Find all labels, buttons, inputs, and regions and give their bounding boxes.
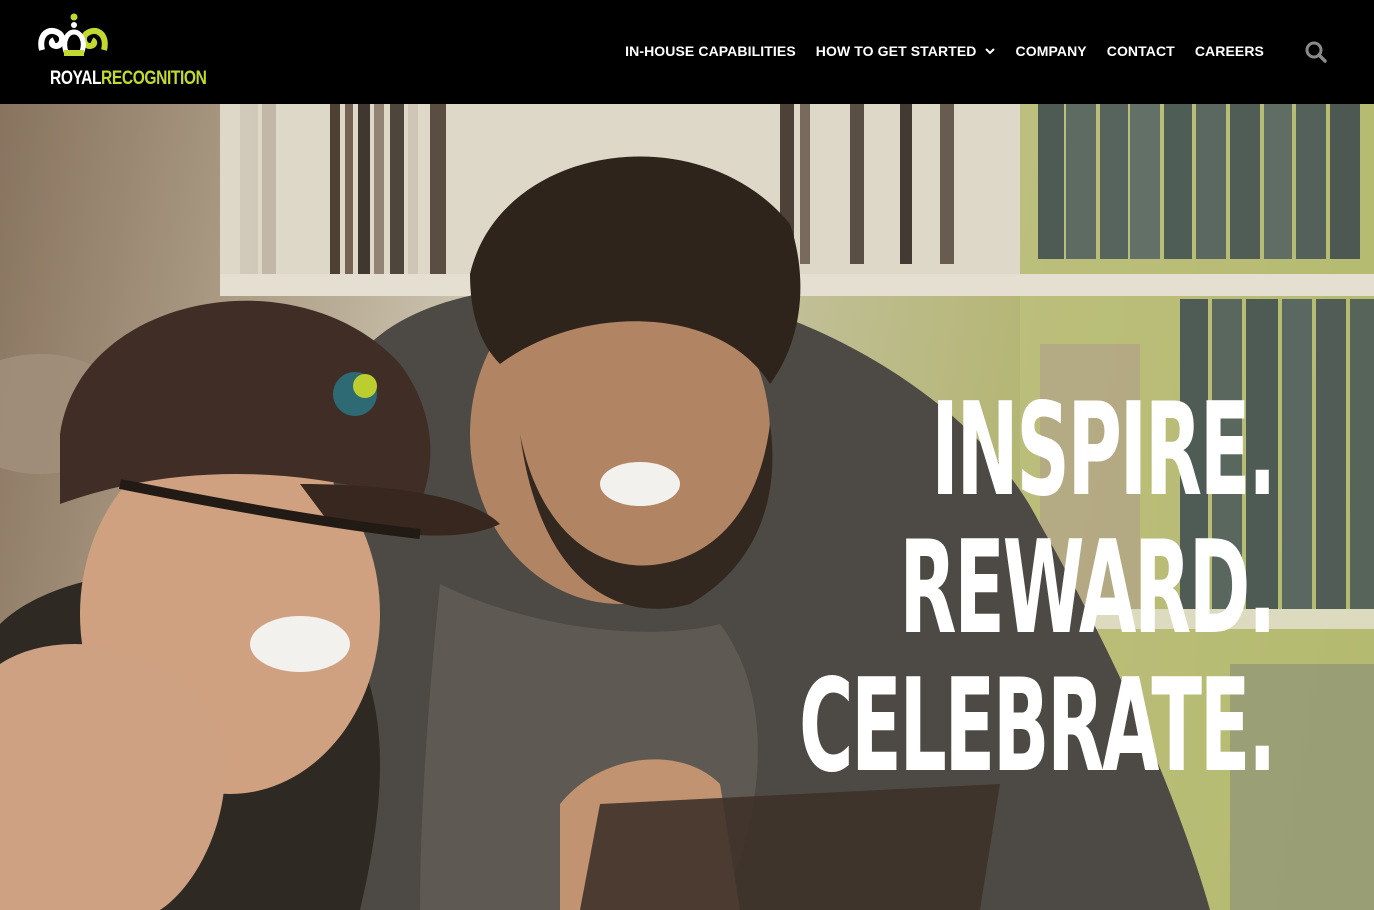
nav-item-label: IN-HOUSE CAPABILITIES bbox=[625, 43, 796, 59]
nav-item-in-house-capabilities[interactable]: IN-HOUSE CAPABILITIES bbox=[615, 43, 806, 59]
main-nav: IN-HOUSE CAPABILITIES HOW TO GET STARTED… bbox=[615, 38, 1274, 64]
nav-item-label: HOW TO GET STARTED bbox=[815, 43, 977, 59]
brand-name-part1: ROYAL bbox=[50, 68, 102, 89]
search-icon[interactable] bbox=[1304, 40, 1328, 64]
nav-item-label: CAREERS bbox=[1194, 43, 1264, 59]
hero-line-reward: REWARD. bbox=[899, 514, 1276, 663]
brand-name-part2: RECOGNITION bbox=[101, 68, 207, 89]
site-header: ROYALRECOGNITION IN-HOUSE CAPABILITIES H… bbox=[0, 0, 1374, 104]
nav-item-label: COMPANY bbox=[1015, 43, 1087, 59]
hero-banner: INSPIRE. REWARD. CELEBRATE. bbox=[0, 104, 1374, 910]
nav-item-label: CONTACT bbox=[1106, 43, 1175, 59]
hero-headline: INSPIRE. REWARD. CELEBRATE. bbox=[798, 376, 1276, 801]
chevron-down-icon bbox=[984, 48, 995, 55]
hero-line-inspire: INSPIRE. bbox=[931, 376, 1276, 525]
brand-logo[interactable]: ROYALRECOGNITION bbox=[36, 12, 207, 92]
crown-logo-icon bbox=[38, 13, 108, 56]
brand-wordmark: ROYALRECOGNITION bbox=[50, 68, 207, 90]
nav-item-how-to-get-started[interactable]: HOW TO GET STARTED bbox=[806, 43, 1006, 59]
nav-item-contact[interactable]: CONTACT bbox=[1097, 43, 1185, 59]
nav-item-company[interactable]: COMPANY bbox=[1006, 43, 1097, 59]
nav-item-careers[interactable]: CAREERS bbox=[1185, 43, 1274, 59]
hero-line-celebrate: CELEBRATE. bbox=[798, 652, 1276, 801]
